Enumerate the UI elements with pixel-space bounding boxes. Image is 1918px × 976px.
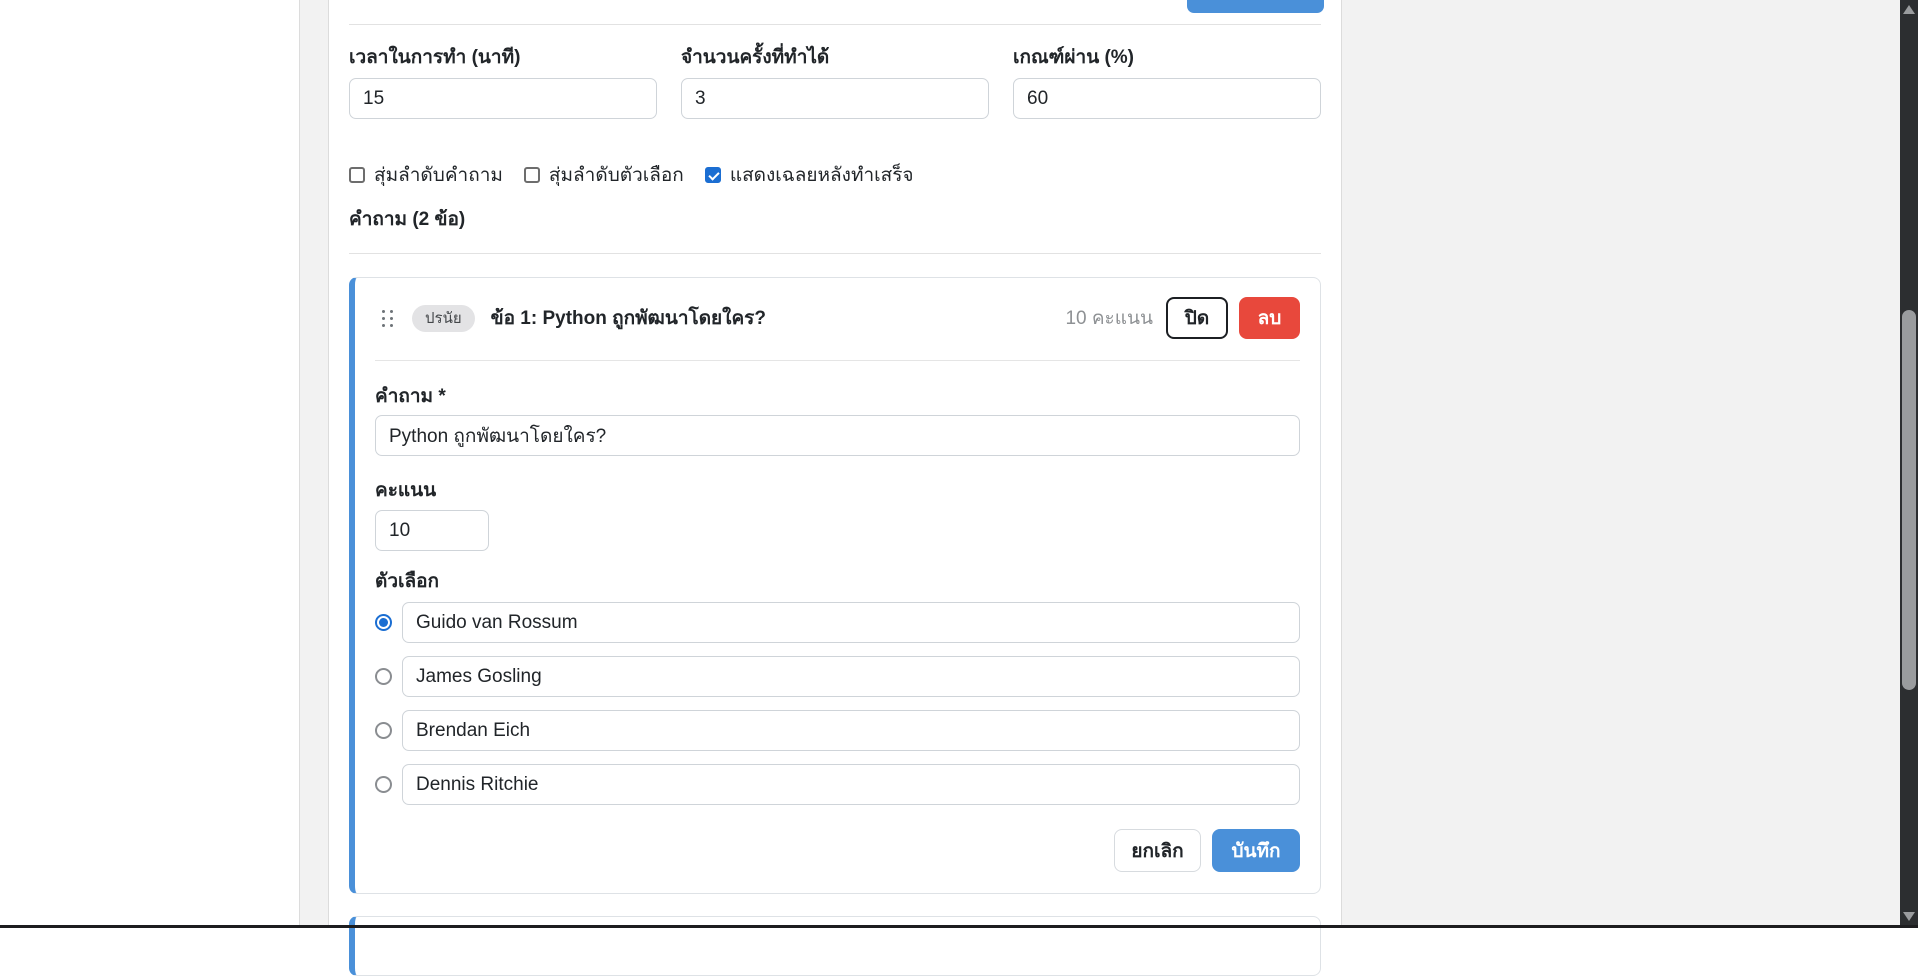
drag-handle-icon[interactable] <box>382 310 393 327</box>
shuffle-questions-option[interactable]: สุ่มลำดับคำถาม <box>349 160 503 190</box>
shuffle-choices-option[interactable]: สุ่มลำดับตัวเลือก <box>524 160 684 190</box>
correct-answer-radio-2[interactable] <box>375 668 392 685</box>
pass-threshold-label: เกณฑ์ผ่าน (%) <box>1013 46 1321 70</box>
correct-answer-radio-3[interactable] <box>375 722 392 739</box>
show-answers-label: แสดงเฉลยหลังทำเสร็จ <box>730 160 914 190</box>
quiz-settings-fields: เวลาในการทำ (นาที) จำนวนครั้งที่ทำได้ เก… <box>349 46 1321 119</box>
section-divider <box>349 253 1321 254</box>
scrollbar-up-arrow-icon[interactable] <box>1903 5 1915 14</box>
attempts-field-group: จำนวนครั้งที่ทำได้ <box>681 46 989 119</box>
choice-row-1 <box>375 602 1300 643</box>
questions-heading: คำถาม (2 ข้อ) <box>349 207 1321 233</box>
question-text-input[interactable] <box>375 415 1300 456</box>
shuffle-choices-checkbox[interactable] <box>524 167 540 183</box>
delete-question-button[interactable]: ลบ <box>1239 297 1300 339</box>
shuffle-questions-label: สุ่มลำดับคำถาม <box>374 160 503 190</box>
page-background-right <box>1341 0 1900 925</box>
choice-input-4[interactable] <box>402 764 1300 805</box>
correct-answer-radio-4[interactable] <box>375 776 392 793</box>
page-gutter-left <box>299 0 329 925</box>
correct-answer-radio-1[interactable] <box>375 614 392 631</box>
attempts-input[interactable] <box>681 78 989 119</box>
choice-row-2 <box>375 656 1300 697</box>
shuffle-questions-checkbox[interactable] <box>349 167 365 183</box>
time-limit-field-group: เวลาในการทำ (นาที) <box>349 46 657 119</box>
choice-input-2[interactable] <box>402 656 1300 697</box>
section-divider <box>349 24 1321 25</box>
quiz-editor-panel: เวลาในการทำ (นาที) จำนวนครั้งที่ทำได้ เก… <box>329 0 1341 925</box>
question-card-1: ปรนัย ข้อ 1: Python ถูกพัฒนาโดยใคร? 10 ค… <box>349 277 1321 894</box>
show-answers-option[interactable]: แสดงเฉลยหลังทำเสร็จ <box>705 160 914 190</box>
shuffle-choices-label: สุ่มลำดับตัวเลือก <box>549 160 684 190</box>
save-question-button[interactable]: บันทึก <box>1212 829 1300 872</box>
close-question-button[interactable]: ปิด <box>1166 297 1228 339</box>
scrollbar-down-arrow-icon[interactable] <box>1903 912 1915 921</box>
question-card-header: ปรนัย ข้อ 1: Python ถูกพัฒนาโดยใคร? 10 ค… <box>375 297 1300 339</box>
question-title: ข้อ 1: Python ถูกพัฒนาโดยใคร? <box>491 303 766 333</box>
scrollbar-thumb[interactable] <box>1902 310 1916 690</box>
choice-row-3 <box>375 710 1300 751</box>
question-text-label: คำถาม * <box>375 385 1300 409</box>
time-limit-label: เวลาในการทำ (นาที) <box>349 46 657 70</box>
vertical-scrollbar[interactable] <box>1900 0 1918 928</box>
question-points: 10 คะแนน <box>1065 303 1153 333</box>
score-label: คะแนน <box>375 479 1300 503</box>
show-answers-checkbox[interactable] <box>705 167 721 183</box>
attempts-label: จำนวนครั้งที่ทำได้ <box>681 46 989 70</box>
card-header-divider <box>375 360 1300 361</box>
quiz-options-row: สุ่มลำดับคำถาม สุ่มลำดับตัวเลือก แสดงเฉล… <box>349 163 1321 187</box>
cancel-button[interactable]: ยกเลิก <box>1114 829 1201 872</box>
pass-threshold-field-group: เกณฑ์ผ่าน (%) <box>1013 46 1321 119</box>
question-card-footer: ยกเลิก บันทึก <box>375 829 1300 872</box>
choice-row-4 <box>375 764 1300 805</box>
pass-threshold-input[interactable] <box>1013 78 1321 119</box>
time-limit-input[interactable] <box>349 78 657 119</box>
save-quiz-button-partial[interactable] <box>1187 0 1324 13</box>
choice-input-3[interactable] <box>402 710 1300 751</box>
choice-input-1[interactable] <box>402 602 1300 643</box>
score-input[interactable] <box>375 510 489 551</box>
question-type-badge: ปรนัย <box>412 305 475 332</box>
choices-label: ตัวเลือก <box>375 570 1300 594</box>
